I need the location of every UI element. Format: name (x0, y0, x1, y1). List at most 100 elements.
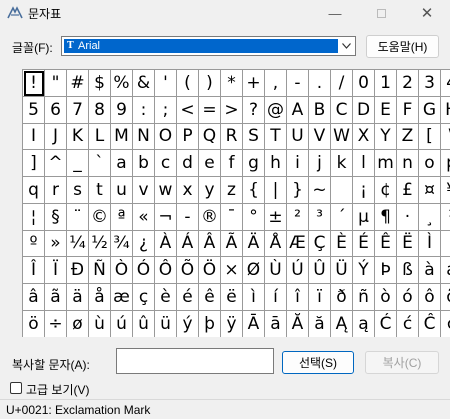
character-cell[interactable]: a (111, 150, 133, 177)
character-cell[interactable]: - (287, 70, 309, 97)
character-cell[interactable]: õ (441, 284, 450, 311)
character-cell[interactable]: - (177, 203, 199, 231)
character-cell[interactable]: ¸ (419, 203, 441, 231)
character-cell[interactable]: ª (111, 203, 133, 231)
character-cell[interactable]: ä (67, 284, 89, 311)
character-cell[interactable]: ñ (353, 284, 375, 311)
character-cell[interactable]: ¿ (133, 230, 155, 258)
character-cell[interactable]: Ô (155, 257, 177, 284)
character-cell[interactable]: + (243, 70, 265, 97)
character-cell[interactable]: U (287, 123, 309, 151)
character-cell[interactable]: M (111, 123, 133, 151)
character-cell[interactable]: É (353, 230, 375, 258)
character-cell[interactable]: m (375, 150, 397, 177)
maximize-button[interactable] (358, 0, 404, 26)
character-cell[interactable]: Ă (287, 310, 309, 337)
character-cell[interactable]: 1 (375, 70, 397, 97)
character-cell[interactable]: ` (89, 150, 111, 177)
character-cell[interactable]: ú (111, 310, 133, 337)
character-cell[interactable]: ; (155, 96, 177, 124)
character-cell[interactable]: Ê (375, 230, 397, 258)
character-cell[interactable]: H (441, 96, 450, 124)
character-cell[interactable]: ¥ (441, 177, 450, 204)
character-cell[interactable]: û (133, 310, 155, 337)
character-cell[interactable]: i (287, 150, 309, 177)
character-cell[interactable]: ' (155, 70, 177, 97)
character-cell[interactable]: é (177, 284, 199, 311)
character-cell[interactable]: ì (243, 284, 265, 311)
copy-button[interactable]: 복사(C) (365, 351, 439, 374)
character-cell[interactable]: b (133, 150, 155, 177)
character-cell[interactable]: Æ (287, 230, 309, 258)
character-cell[interactable]: * (221, 70, 243, 97)
character-cell[interactable]: ! (23, 70, 45, 97)
character-cell[interactable]: ¼ (67, 230, 89, 258)
character-cell[interactable]: § (45, 203, 67, 231)
character-cell[interactable]: s (67, 177, 89, 204)
character-cell[interactable]: ø (67, 310, 89, 337)
character-cell[interactable]: ( (177, 70, 199, 97)
character-cell[interactable]: ą (353, 310, 375, 337)
character-cell[interactable]: W (331, 123, 353, 151)
font-dropdown[interactable]: T Arial (61, 36, 356, 56)
character-cell[interactable]: × (221, 257, 243, 284)
character-cell[interactable]: ° (243, 203, 265, 231)
character-cell[interactable]: = (199, 96, 221, 124)
character-cell[interactable]: n (397, 150, 419, 177)
character-cell[interactable]: ç (133, 284, 155, 311)
character-cell[interactable]: Ø (243, 257, 265, 284)
character-cell[interactable]: Á (177, 230, 199, 258)
character-cell[interactable]: ü (155, 310, 177, 337)
select-button[interactable]: 선택(S) (282, 351, 354, 374)
character-cell[interactable]: ĉ (441, 310, 450, 337)
character-cell[interactable]: w (155, 177, 177, 204)
character-cell[interactable]: > (221, 96, 243, 124)
character-cell[interactable]: ù (89, 310, 111, 337)
character-cell[interactable]: Ó (133, 257, 155, 284)
character-cell[interactable]: Ĉ (419, 310, 441, 337)
character-cell[interactable]: 4 (441, 70, 450, 97)
character-cell[interactable]: E (375, 96, 397, 124)
character-cell[interactable]: Ç (309, 230, 331, 258)
character-cell[interactable]: Ì (419, 230, 441, 258)
character-cell[interactable]: ¨ (67, 203, 89, 231)
character-cell[interactable]: º (23, 230, 45, 258)
character-cell[interactable]: ¤ (419, 177, 441, 204)
character-cell[interactable]: | (265, 177, 287, 204)
character-cell[interactable]: ® (199, 203, 221, 231)
character-cell[interactable]: 0 (353, 70, 375, 97)
character-cell[interactable]: o (419, 150, 441, 177)
character-cell[interactable]: F (397, 96, 419, 124)
character-cell[interactable]: ă (309, 310, 331, 337)
character-cell[interactable]: ë (221, 284, 243, 311)
character-cell[interactable]: í (265, 284, 287, 311)
character-cell[interactable]: I (23, 123, 45, 151)
character-cell[interactable]: Ā (243, 310, 265, 337)
character-cell[interactable]: á (441, 257, 450, 284)
character-cell[interactable]: Ä (243, 230, 265, 258)
character-cell[interactable]: ) (199, 70, 221, 97)
character-cell[interactable]: Ë (397, 230, 419, 258)
character-cell[interactable]: ã (45, 284, 67, 311)
character-cell[interactable]: 8 (89, 96, 111, 124)
character-cell[interactable]: 3 (419, 70, 441, 97)
character-cell[interactable]: z (221, 177, 243, 204)
character-cell[interactable]: \ (441, 123, 450, 151)
character-cell[interactable]: 6 (45, 96, 67, 124)
character-cell[interactable]: ß (397, 257, 419, 284)
character-cell[interactable]: j (309, 150, 331, 177)
character-cell[interactable]: à (419, 257, 441, 284)
character-cell[interactable]: O (155, 123, 177, 151)
character-grid[interactable]: !"#$%&'()*+,-./0123456789:;<=>?@ABCDEFGH… (22, 69, 450, 337)
character-cell[interactable]: Í (441, 230, 450, 258)
character-cell[interactable]: Ù (265, 257, 287, 284)
character-cell[interactable]: q (23, 177, 45, 204)
character-cell[interactable]: L (89, 123, 111, 151)
character-cell[interactable]: Ć (375, 310, 397, 337)
character-cell[interactable]: ² (287, 203, 309, 231)
character-cell[interactable]: d (177, 150, 199, 177)
character-cell[interactable]: y (199, 177, 221, 204)
character-cell[interactable]: Ü (331, 257, 353, 284)
character-cell[interactable]: V (309, 123, 331, 151)
character-cell[interactable]: Ö (199, 257, 221, 284)
